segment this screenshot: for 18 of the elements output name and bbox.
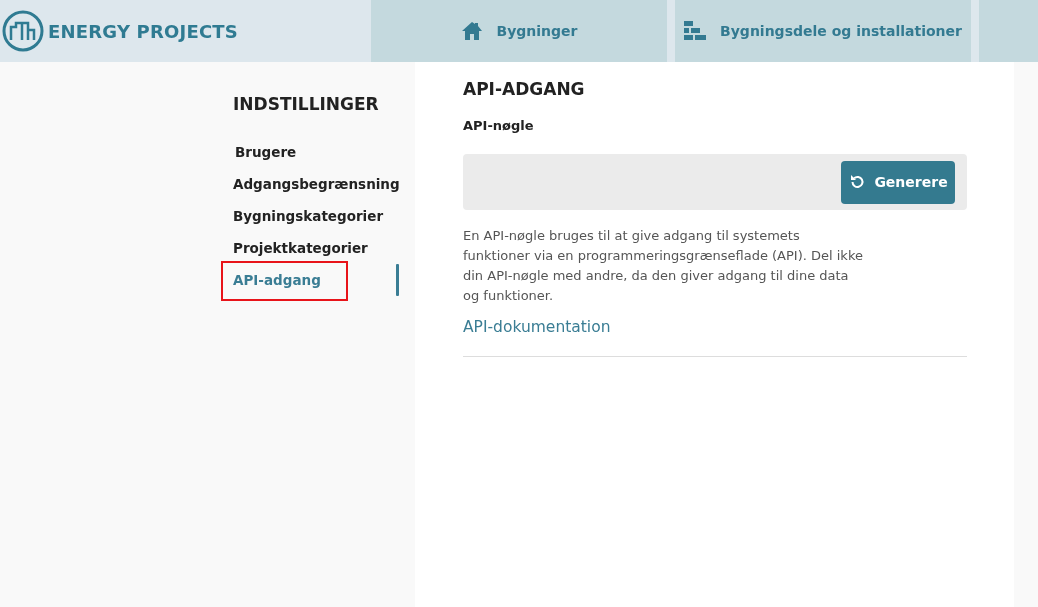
settings-title: INDSTILLINGER [233, 94, 380, 114]
settings-menu-item[interactable]: Adgangsbegrænsning [233, 168, 415, 200]
field-label: API-nøgle [463, 117, 535, 135]
house-icon [460, 21, 483, 41]
settings-menu-item[interactable]: Brugere [233, 136, 415, 168]
bricks-icon [684, 21, 707, 41]
section-title: API-ADGANG [463, 78, 586, 100]
logo-icon [2, 10, 44, 52]
nav-tab[interactable]: Bygningsdele og installationer [675, 0, 971, 62]
documentation-link[interactable]: API-dokumentation [463, 318, 611, 336]
nav-tab[interactable]: Bygninger [371, 0, 667, 62]
settings-menu-item[interactable]: Projektkategorier [233, 232, 415, 264]
nav-tab[interactable] [979, 0, 1038, 62]
settings-menu-item[interactable]: API-adgang [233, 264, 415, 296]
settings-menu-item[interactable]: Bygningskategorier [233, 200, 415, 232]
description-text: En API-nøgle bruges til at give adgang til systemets funktioner via en programmeringsgrænseflade (API). Del ikke din API-nøgle med andre, da den giver adgang til dine data og funktioner. [463, 227, 864, 305]
brand-name: ENERGY PROJECTS [48, 20, 238, 42]
generate-button[interactable]: Generere [841, 160, 955, 204]
